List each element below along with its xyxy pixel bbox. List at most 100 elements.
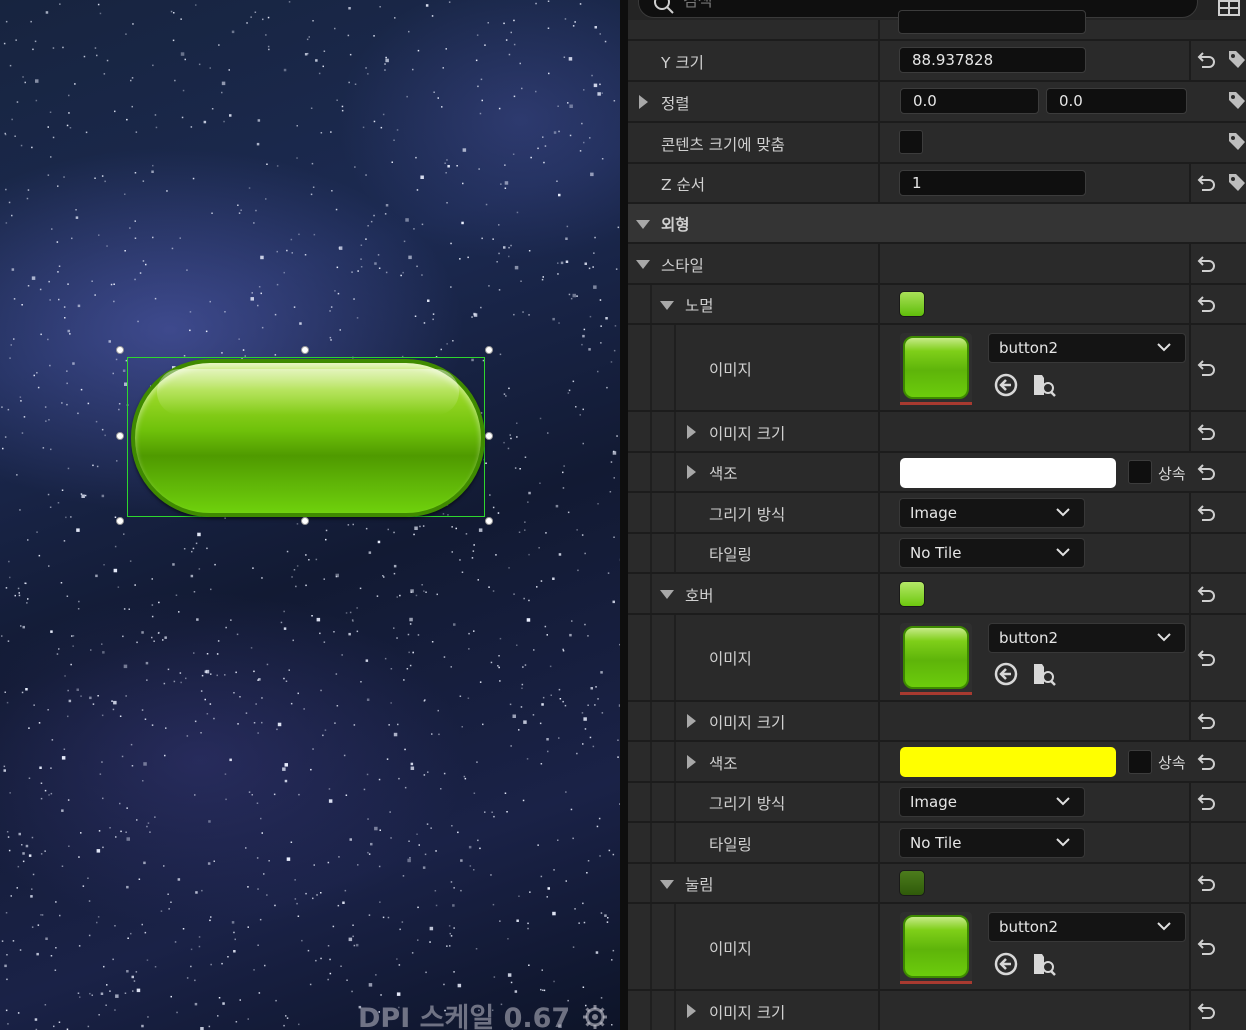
- reset-arrow-icon[interactable]: [1196, 939, 1216, 957]
- image-size-label: 이미지 크기: [709, 425, 786, 443]
- image-label: 이미지: [709, 940, 752, 958]
- triangle-collapse-icon[interactable]: [636, 260, 650, 269]
- reset-arrow-icon[interactable]: [1196, 52, 1216, 70]
- reset-arrow-icon[interactable]: [1196, 464, 1216, 482]
- triangle-expand-icon[interactable]: [687, 465, 696, 479]
- triangle-expand-icon[interactable]: [687, 1004, 696, 1018]
- reset-arrow-icon[interactable]: [1196, 713, 1216, 731]
- hover-inherit-checkbox[interactable]: [1128, 750, 1152, 774]
- normal-image-row: 이미지 button2: [628, 325, 1246, 412]
- use-selected-asset-icon[interactable]: [993, 661, 1019, 687]
- normal-image-thumbnail[interactable]: [900, 333, 972, 405]
- alignment-x-field[interactable]: 0.0: [900, 88, 1039, 114]
- reset-arrow-icon[interactable]: [1196, 794, 1216, 812]
- tiling-value: No Tile: [910, 544, 962, 562]
- tiling-label: 타일링: [709, 836, 752, 854]
- reset-arrow-icon[interactable]: [1196, 175, 1216, 193]
- image-dropdown-value: button2: [999, 918, 1059, 936]
- thumbnail-preview: [903, 336, 969, 399]
- keyframe-tag-icon[interactable]: [1226, 173, 1246, 193]
- normal-tint-color-swatch[interactable]: [900, 458, 1116, 488]
- reset-arrow-icon[interactable]: [1196, 424, 1216, 442]
- style-label: 스타일: [661, 257, 704, 275]
- z-order-field[interactable]: 1: [899, 170, 1086, 196]
- triangle-collapse-icon[interactable]: [660, 880, 674, 889]
- keyframe-tag-icon[interactable]: [1226, 91, 1246, 111]
- normal-inherit-checkbox[interactable]: [1128, 460, 1152, 484]
- pressed-brush-swatch[interactable]: [899, 870, 925, 896]
- reset-arrow-icon[interactable]: [1196, 586, 1216, 604]
- thumbnail-type-bar: [900, 692, 972, 695]
- resize-handle-left[interactable]: [116, 432, 124, 440]
- reset-arrow-icon[interactable]: [1196, 505, 1216, 523]
- hover-brush-swatch[interactable]: [899, 581, 925, 607]
- triangle-collapse-icon[interactable]: [660, 590, 674, 599]
- hover-draw-as-dropdown[interactable]: Image: [899, 787, 1085, 817]
- triangle-collapse-icon[interactable]: [660, 301, 674, 310]
- triangle-collapse-icon[interactable]: [636, 220, 650, 229]
- triangle-expand-icon[interactable]: [687, 425, 696, 439]
- size-y-field[interactable]: 88.937828: [899, 47, 1086, 73]
- reset-arrow-icon[interactable]: [1196, 1003, 1216, 1021]
- triangle-expand-icon[interactable]: [687, 755, 696, 769]
- triangle-expand-icon[interactable]: [687, 714, 696, 728]
- reset-arrow-icon[interactable]: [1196, 256, 1216, 274]
- hover-tiling-dropdown[interactable]: No Tile: [899, 828, 1085, 858]
- normal-tiling-row: 타일링 No Tile: [628, 534, 1246, 574]
- reset-arrow-icon[interactable]: [1196, 875, 1216, 893]
- image-size-label: 이미지 크기: [709, 714, 786, 732]
- resize-handle-bottom-right[interactable]: [485, 517, 493, 525]
- resize-handle-bottom-left[interactable]: [116, 517, 124, 525]
- tint-label: 색조: [709, 755, 738, 773]
- prev-property-field[interactable]: [898, 10, 1086, 34]
- gear-icon[interactable]: [582, 1004, 608, 1030]
- use-selected-asset-icon[interactable]: [993, 951, 1019, 977]
- reset-arrow-icon[interactable]: [1196, 754, 1216, 772]
- normal-brush-swatch[interactable]: [899, 291, 925, 317]
- keyframe-tag-icon[interactable]: [1226, 50, 1246, 70]
- triangle-expand-icon[interactable]: [639, 95, 648, 109]
- hover-draw-as-row: 그리기 방식 Image: [628, 783, 1246, 823]
- reset-arrow-icon[interactable]: [1196, 360, 1216, 378]
- resize-handle-top-right[interactable]: [485, 346, 493, 354]
- browse-asset-icon[interactable]: [1031, 372, 1057, 398]
- pressed-image-dropdown[interactable]: button2: [988, 912, 1186, 942]
- normal-tiling-dropdown[interactable]: No Tile: [899, 538, 1085, 568]
- thumbnail-type-bar: [900, 981, 972, 984]
- resize-handle-top-left[interactable]: [116, 346, 124, 354]
- appearance-section-header[interactable]: 외형: [628, 204, 1246, 244]
- use-selected-asset-icon[interactable]: [993, 372, 1019, 398]
- alignment-y-field[interactable]: 0.0: [1046, 88, 1187, 114]
- size-to-content-checkbox[interactable]: [899, 130, 923, 154]
- normal-tint-row: 색조 상속: [628, 453, 1246, 493]
- reset-arrow-icon[interactable]: [1196, 650, 1216, 668]
- browse-asset-icon[interactable]: [1031, 661, 1057, 687]
- hover-tint-color-swatch[interactable]: [900, 747, 1116, 777]
- resize-handle-right[interactable]: [485, 432, 493, 440]
- hover-image-row: 이미지 button2: [628, 615, 1246, 702]
- hover-image-dropdown[interactable]: button2: [988, 623, 1186, 653]
- hover-image-size-row: 이미지 크기: [628, 702, 1246, 742]
- panel-splitter[interactable]: [620, 0, 628, 1030]
- draw-as-label: 그리기 방식: [709, 795, 786, 813]
- resize-handle-top[interactable]: [301, 346, 309, 354]
- pressed-image-thumbnail[interactable]: [900, 912, 972, 984]
- reset-arrow-icon[interactable]: [1196, 296, 1216, 314]
- designer-viewport[interactable]: DPI 스케일 0.67: [0, 0, 620, 1030]
- button-widget[interactable]: [131, 359, 485, 517]
- hover-image-thumbnail[interactable]: [900, 623, 972, 695]
- grid-view-icon[interactable]: [1218, 0, 1240, 16]
- style-row: 스타일: [628, 244, 1246, 285]
- normal-state-row: 노멀: [628, 285, 1246, 325]
- browse-asset-icon[interactable]: [1031, 951, 1057, 977]
- normal-image-dropdown[interactable]: button2: [988, 333, 1186, 363]
- resize-handle-bottom[interactable]: [301, 517, 309, 525]
- pressed-label: 눌림: [685, 876, 714, 894]
- thumbnail-type-bar: [900, 402, 972, 405]
- keyframe-tag-icon[interactable]: [1226, 132, 1246, 152]
- alignment-row: 정렬 0.0 0.0: [628, 82, 1246, 123]
- normal-label: 노멀: [685, 297, 714, 315]
- search-icon: [654, 0, 674, 14]
- normal-draw-as-dropdown[interactable]: Image: [899, 498, 1085, 528]
- inherit-label: 상속: [1158, 754, 1186, 772]
